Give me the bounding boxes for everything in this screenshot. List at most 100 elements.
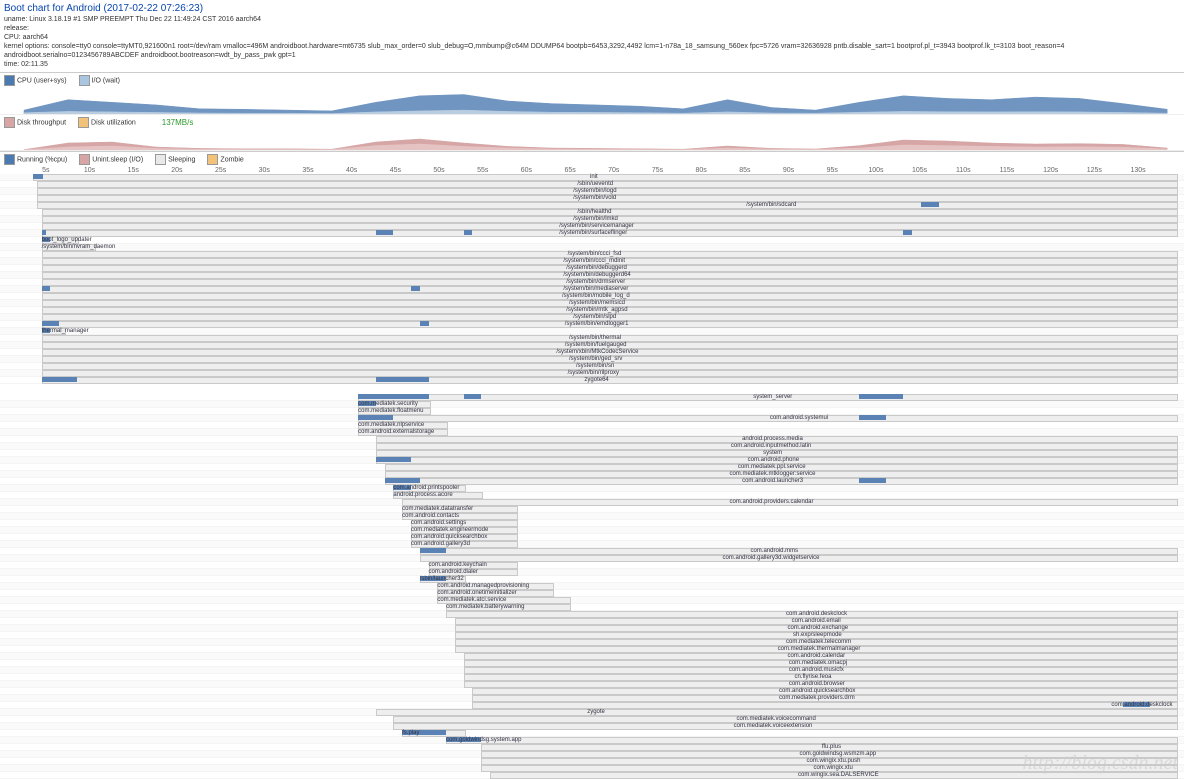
process-row: com.mediatek.voicecommand: [0, 716, 1184, 723]
process-row: com.mediatek.engineermode: [0, 527, 1184, 534]
process-label: com.mediatek.voicecommand: [736, 716, 815, 722]
process-label: com.mediatek.voiceextension: [734, 723, 813, 729]
tick-label: 105s: [898, 167, 942, 174]
activity-segment: [376, 377, 429, 382]
process-row: /system/bin/ged_srv: [0, 356, 1184, 363]
process-rows: init/sbin/ueventd/system/bin/logd/system…: [0, 174, 1184, 779]
tick-label: 110s: [941, 167, 985, 174]
process-label: /system/bin/fuelgauged: [565, 342, 627, 348]
process-row: /system/bin/ccci_fsd: [0, 251, 1184, 258]
process-row: com.android.contacts: [0, 513, 1184, 520]
process-label: com.mediatek.floatmenu: [358, 408, 423, 414]
process-row: com.mediatek.voiceextension: [0, 723, 1184, 730]
process-label: /system/xbin/MtkCodecService: [556, 349, 638, 355]
process-label: /system/bin/ccci_mdinit: [563, 258, 625, 264]
process-label: com.wingix.sea.DALSERVICE: [798, 772, 879, 778]
process-label: com.android.musicfx: [789, 667, 844, 673]
process-label: com.goldwindsg.wsmzm.app: [799, 751, 876, 757]
process-row: /system/bin/rilproxy: [0, 370, 1184, 377]
process-row: com.mediatek.ppl.service: [0, 464, 1184, 471]
header-cmdline: kernel options: console=tty0 console=tty…: [4, 42, 1180, 60]
process-row: com.android.providers.calendar: [0, 499, 1184, 506]
activity-segment: [411, 286, 420, 291]
tick-label: 90s: [767, 167, 811, 174]
process-row: com.android.externalstorage: [0, 429, 1184, 436]
process-label: /system/bin/nvram_daemon: [42, 244, 116, 250]
process-row: com.android.exchange: [0, 625, 1184, 632]
legend-unint: Unint.sleep (I/O): [92, 156, 143, 163]
process-label: zygote: [587, 709, 605, 715]
process-label: /system/bin/vold: [573, 195, 616, 201]
process-label: com.android.quicksearchbox: [779, 688, 855, 694]
process-label: com.android.browser: [789, 681, 845, 687]
header-cpu: CPU: aarch64: [4, 33, 1180, 42]
process-row: /system/bin/slpd: [0, 314, 1184, 321]
process-row: com.android.inputmethod.latin: [0, 443, 1184, 450]
process-row: boot_logo_updater: [0, 237, 1184, 244]
activity-segment: [358, 394, 428, 399]
process-label: com.android.gallery3d.widgetservice: [722, 555, 819, 561]
process-label: /system/bin/ged_srv: [569, 356, 622, 362]
tick-label: 100s: [854, 167, 898, 174]
activity-segment: [42, 230, 46, 235]
process-label: com.android.deskclock: [1111, 702, 1172, 708]
tick-label: 130s: [1116, 167, 1160, 174]
tick-label: 60s: [505, 167, 549, 174]
process-label: com.android.gallery3d: [411, 541, 470, 547]
process-row: /system/bin/debuggerd: [0, 265, 1184, 272]
activity-segment: [42, 377, 77, 382]
process-label: /system/bin/memsicd: [569, 300, 625, 306]
process-label: com.mediatek.telecomm: [786, 639, 851, 645]
process-label: com.mediatek.thermalmanager: [778, 646, 861, 652]
process-row: com.wingix.xtu: [0, 765, 1184, 772]
process-bar: [37, 202, 1178, 209]
process-label: /system/bin/rilproxy: [568, 370, 619, 376]
chart-title: Boot chart for Android (2017-02-22 07:26…: [4, 2, 1180, 15]
process-row: /system/bin/servicemanager: [0, 223, 1184, 230]
legend-disk-title: Disk throughput: [17, 119, 66, 126]
process-row: com.android.email: [0, 618, 1184, 625]
tick-label: 20s: [155, 167, 199, 174]
process-row: com.android.musicfx: [0, 667, 1184, 674]
process-bar: [376, 709, 1178, 716]
process-label: com.android.email: [792, 618, 841, 624]
process-bar: [472, 702, 1178, 709]
time-axis: 5s10s15s20s25s30s35s40s45s50s55s60s65s70…: [0, 167, 1184, 174]
process-row: com.android.systemui: [0, 415, 1184, 422]
process-label: system: [763, 450, 782, 456]
process-row: com.android.launcher3: [0, 478, 1184, 485]
process-row: com.goldwindsg.wsmzm.app: [0, 751, 1184, 758]
process-label: boot_logo_updater: [42, 237, 92, 243]
process-bar: [446, 737, 1178, 744]
process-bar: [33, 174, 1178, 181]
process-label: com.android.printspooler: [393, 485, 459, 491]
activity-segment: [37, 174, 43, 179]
activity-segment: [376, 457, 411, 462]
tick-label: 55s: [461, 167, 505, 174]
process-label: /sbin/ueventd: [577, 181, 613, 187]
process-row: com.android.quicksearchbox: [0, 688, 1184, 695]
process-row: com.mediatek.telecomm: [0, 639, 1184, 646]
tick-label: 80s: [679, 167, 723, 174]
process-row: /system/bin/nvram_daemon: [0, 244, 1184, 251]
process-label: system_server: [753, 394, 792, 400]
legend-disk-value: 137MB/s: [162, 118, 194, 127]
legend-disk: Disk throughput Disk utilization 137MB/s: [0, 115, 1184, 130]
process-row: /system/bin/fuelgauged: [0, 342, 1184, 349]
process-label: /system/bin/thermal: [569, 335, 621, 341]
process-label: ffu.plus: [822, 744, 841, 750]
process-label: com.android.launcher3: [742, 478, 803, 484]
process-row: system_server: [0, 394, 1184, 401]
process-row: com.android.gallery3d.widgetservice: [0, 555, 1184, 562]
process-row: com.android.keychain: [0, 562, 1184, 569]
process-label: /system/bin/servicemanager: [559, 223, 634, 229]
process-label: com.android.providers.calendar: [729, 499, 813, 505]
process-label: init: [590, 174, 598, 180]
process-row: /system/bin/sn: [0, 363, 1184, 370]
process-label: com.android.managedprovisioning: [437, 583, 529, 589]
process-label: /system/bin/slpd: [573, 314, 616, 320]
process-label: /system/bin/emdlogger1: [565, 321, 629, 327]
process-row: /system/bin/drmserver: [0, 279, 1184, 286]
process-label: /system/bin/ccci_fsd: [568, 251, 622, 257]
tick-label: 10s: [68, 167, 112, 174]
